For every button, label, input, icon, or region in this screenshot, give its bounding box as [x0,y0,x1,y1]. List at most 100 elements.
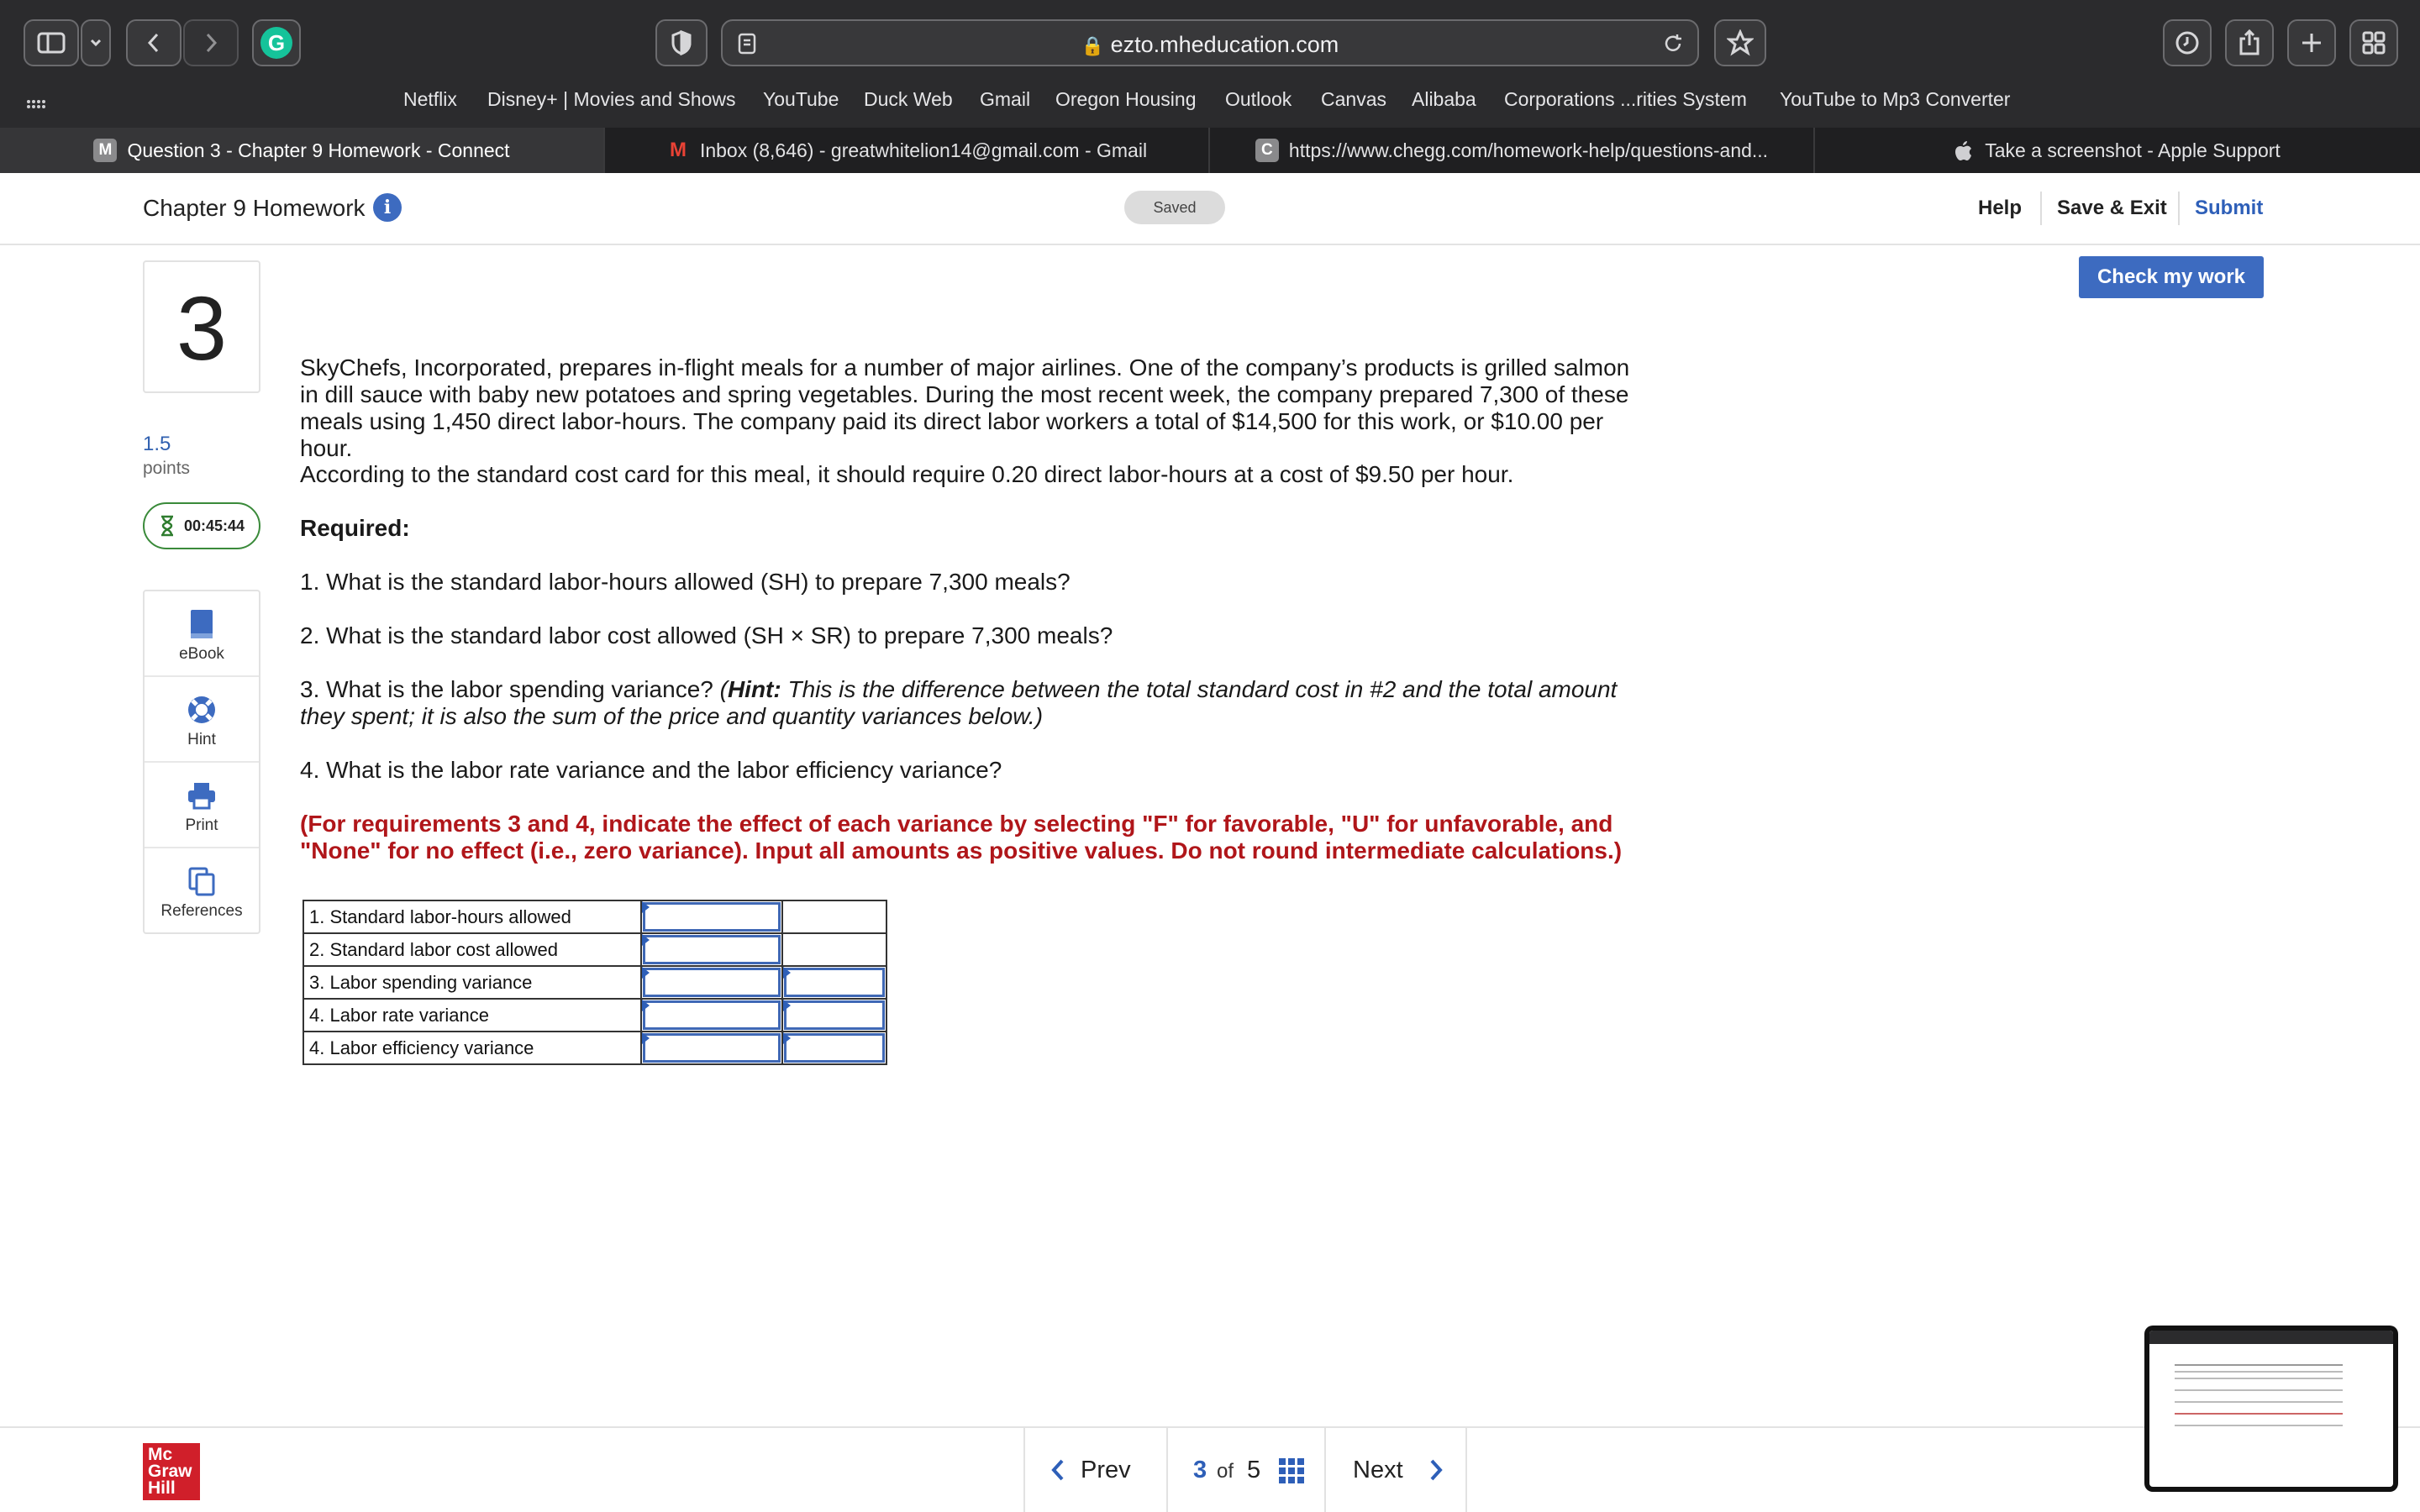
amount-input[interactable] [643,1000,781,1030]
hint-button[interactable]: Hint [145,677,259,763]
bookmark-corporations[interactable]: Corporations ...rities System [1504,88,1747,111]
bookmarks-bar [0,84,2420,128]
hourglass-icon [160,515,173,537]
bookmark-star-button[interactable] [1714,19,1766,66]
bookmark-canvas[interactable]: Canvas [1321,88,1386,111]
amount-input[interactable] [643,935,781,964]
grid-icon [2362,31,2386,55]
header-divider [2178,192,2180,225]
references-button[interactable]: References [145,848,259,934]
help-link[interactable]: Help [1978,197,2022,220]
question-pager: Prev 3 of 5 Next [1023,1428,1467,1512]
info-icon[interactable]: i [373,193,402,222]
tab-apple-support[interactable]: Take a screenshot - Apple Support [1815,128,2420,173]
bookmark-disney[interactable]: Disney+ | Movies and Shows [487,88,736,111]
address-bar[interactable]: 🔒 ezto.mheducation.com [721,19,1699,66]
header-divider [2040,192,2042,225]
timer-badge: 00:45:44 [143,502,260,549]
timer-text: 00:45:44 [183,517,245,534]
amount-cell [640,965,783,1000]
effect-select[interactable] [784,968,885,997]
row-label: 1. Standard labor-hours allowed [302,900,642,934]
copy-pages-icon [188,867,215,896]
thumbnail-preview [2149,1331,2393,1487]
requirement-4: 4. What is the labor rate variance and t… [300,757,1002,783]
tab-connect[interactable]: M Question 3 - Chapter 9 Homework - Conn… [0,128,605,173]
plus-icon [2302,34,2321,52]
grammarly-icon: G [260,27,292,59]
points-value: 1.5 [143,433,171,455]
input-marker-icon [642,967,650,979]
table-row: 3. Labor spending variance [302,965,887,1000]
grammarly-extension-button[interactable]: G [252,19,301,66]
requirement-1: 1. What is the standard labor-hours allo… [300,569,1071,595]
tab-overview-button[interactable] [2349,19,2398,66]
table-row: 4. Labor efficiency variance [302,1031,887,1065]
gmail-tab-icon: M [669,139,687,161]
bookmark-duck-web[interactable]: Duck Web [864,88,953,111]
input-marker-icon [642,901,650,913]
share-button[interactable] [2225,19,2274,66]
ebook-label: eBook [179,645,224,663]
share-icon [2239,29,2260,55]
hint-label: Hint [187,731,216,748]
row-label: 2. Standard labor cost allowed [302,932,642,967]
row-label: 4. Labor rate variance [302,998,642,1032]
amount-input[interactable] [643,968,781,997]
tab-gmail[interactable]: M Inbox (8,646) - greatwhitelion14@gmail… [605,128,1210,173]
input-marker-icon [783,967,791,979]
instructions-text: (For requirements 3 and 4, indicate the … [300,811,1623,864]
screenshot-thumbnail[interactable] [2144,1326,2398,1492]
effect-select[interactable] [784,1000,885,1030]
amount-cell [640,900,783,934]
forward-button[interactable] [183,19,239,66]
amount-cell [640,932,783,967]
apps-grid-icon[interactable] [25,94,47,116]
sidebar-menu-chevron-button[interactable] [81,19,111,66]
standard-cost-text: According to the standard cost card for … [300,461,1514,487]
logo-line: Mc [148,1445,173,1464]
print-label: Print [185,816,218,834]
thumbnail-topbar [2149,1331,2393,1344]
question-map-button[interactable]: 3 of 5 [1168,1428,1324,1512]
history-button[interactable] [2163,19,2212,66]
bookmark-youtube-mp3[interactable]: YouTube to Mp3 Converter [1780,88,2010,111]
sidebar-toggle-button[interactable] [24,19,79,66]
save-exit-link[interactable]: Save & Exit [2057,197,2167,220]
url-text: 🔒 ezto.mheducation.com [723,32,1697,58]
thumbnail-content [2175,1364,2343,1366]
mcgraw-hill-logo: Mc Graw Hill [143,1443,200,1500]
bookmark-alibaba[interactable]: Alibaba [1412,88,1476,111]
hint-open-paren: ( [719,676,728,702]
back-button[interactable] [126,19,182,66]
reload-icon[interactable] [1662,33,1684,55]
grid-icon [1279,1458,1304,1483]
amount-input[interactable] [643,1033,781,1063]
prev-button[interactable]: Prev [1025,1428,1166,1512]
input-marker-icon [642,934,650,946]
new-tab-button[interactable] [2287,19,2336,66]
tab-label: https://www.chegg.com/homework-help/ques… [1288,139,1769,161]
amount-cell [640,1031,783,1065]
ebook-button[interactable]: eBook [145,591,259,677]
amount-cell [640,998,783,1032]
total-questions: 5 [1247,1457,1261,1483]
bookmark-netflix[interactable]: Netflix [403,88,457,111]
check-my-work-button[interactable]: Check my work [2079,256,2264,298]
requirement-2: 2. What is the standard labor cost allow… [300,622,1113,648]
effect-cell [781,900,887,934]
tab-chegg[interactable]: C https://www.chegg.com/homework-help/qu… [1210,128,1815,173]
effect-select[interactable] [784,1033,885,1063]
print-button[interactable]: Print [145,763,259,848]
bookmark-youtube[interactable]: YouTube [763,88,839,111]
bookmark-oregon-housing[interactable]: Oregon Housing [1055,88,1197,111]
lifebuoy-icon [188,696,215,723]
privacy-shield-button[interactable] [655,19,708,66]
submit-link[interactable]: Submit [2195,197,2263,220]
next-button[interactable]: Next [1326,1428,1467,1512]
bookmark-outlook[interactable]: Outlook [1225,88,1292,111]
question-intro: SkyChefs, Incorporated, prepares in-flig… [300,354,1630,461]
amount-input[interactable] [643,902,781,932]
bookmark-gmail[interactable]: Gmail [980,88,1030,111]
requirement-3: 3. What is the labor spending variance? … [300,676,1644,730]
